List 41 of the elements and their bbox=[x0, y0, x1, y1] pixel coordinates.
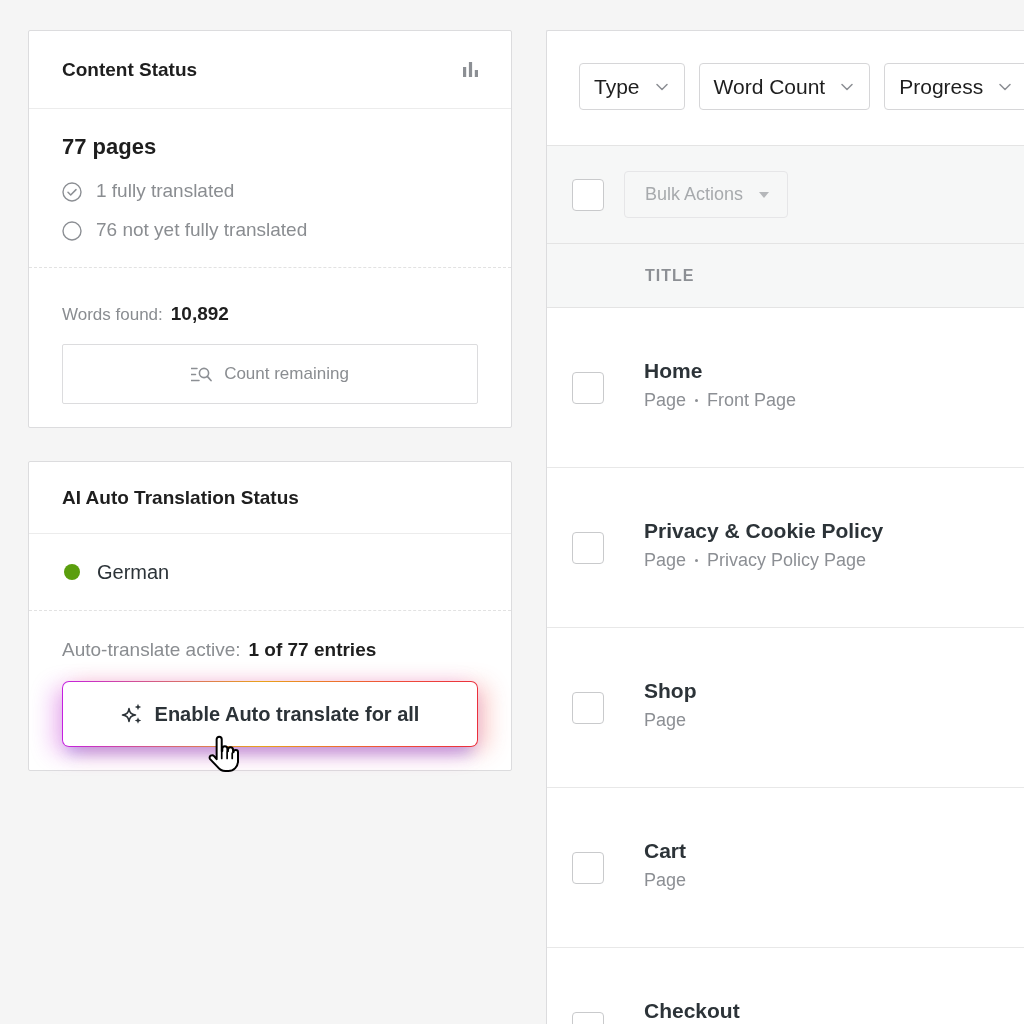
page-type: Page bbox=[644, 709, 687, 732]
page-type: Page bbox=[644, 869, 687, 892]
chevron-down-icon bbox=[655, 82, 668, 91]
card-title: AI Auto Translation Status bbox=[62, 485, 299, 510]
page-role: Front Page bbox=[707, 389, 797, 412]
card-title: Content Status bbox=[62, 57, 198, 82]
auto-translate-count: 1 of 77 entries bbox=[248, 638, 377, 662]
words-found-value: 10,892 bbox=[170, 302, 229, 326]
row-checkbox[interactable] bbox=[572, 372, 604, 404]
page-title-link[interactable]: Cart bbox=[644, 838, 687, 864]
filter-dropdown[interactable]: Progress bbox=[884, 63, 1024, 110]
filter-dropdown[interactable]: Type bbox=[579, 63, 685, 110]
words-found-label: Words found: bbox=[62, 304, 163, 326]
page-title-link[interactable]: Shop bbox=[644, 678, 697, 704]
page-title-link[interactable]: Home bbox=[644, 358, 797, 384]
page-role: Privacy Policy Page bbox=[707, 549, 867, 572]
chevron-down-icon bbox=[999, 82, 1012, 91]
page-count: 77 pages bbox=[62, 133, 158, 161]
sparkle-icon bbox=[120, 703, 143, 725]
page-title-link[interactable]: Checkout bbox=[644, 998, 740, 1024]
enable-auto-translate-button[interactable]: Enable Auto translate for all bbox=[62, 681, 478, 747]
language-name: German bbox=[97, 560, 170, 585]
row-checkbox[interactable] bbox=[572, 692, 604, 724]
status-text: 1 fully translated bbox=[96, 179, 235, 204]
column-header: TITLE bbox=[645, 265, 695, 286]
bar-chart-icon[interactable] bbox=[463, 62, 478, 77]
auto-translate-label: Auto-translate active: bbox=[62, 638, 241, 662]
separator-dot-icon bbox=[695, 558, 699, 562]
row-checkbox[interactable] bbox=[572, 852, 604, 884]
check-circle-icon bbox=[62, 181, 82, 202]
status-text: 76 not yet fully translated bbox=[96, 218, 308, 243]
row-checkbox[interactable] bbox=[572, 532, 604, 564]
caret-down-icon bbox=[759, 191, 770, 198]
list-search-icon bbox=[191, 366, 213, 382]
separator-dot-icon bbox=[695, 398, 699, 402]
page-type: Page bbox=[644, 389, 687, 412]
page-type: Page bbox=[644, 549, 687, 572]
filter-dropdown[interactable]: Word Count bbox=[698, 63, 871, 110]
page-title-link[interactable]: Privacy & Cookie Policy bbox=[644, 518, 884, 544]
empty-circle-icon bbox=[62, 220, 82, 241]
chevron-down-icon bbox=[841, 82, 854, 91]
